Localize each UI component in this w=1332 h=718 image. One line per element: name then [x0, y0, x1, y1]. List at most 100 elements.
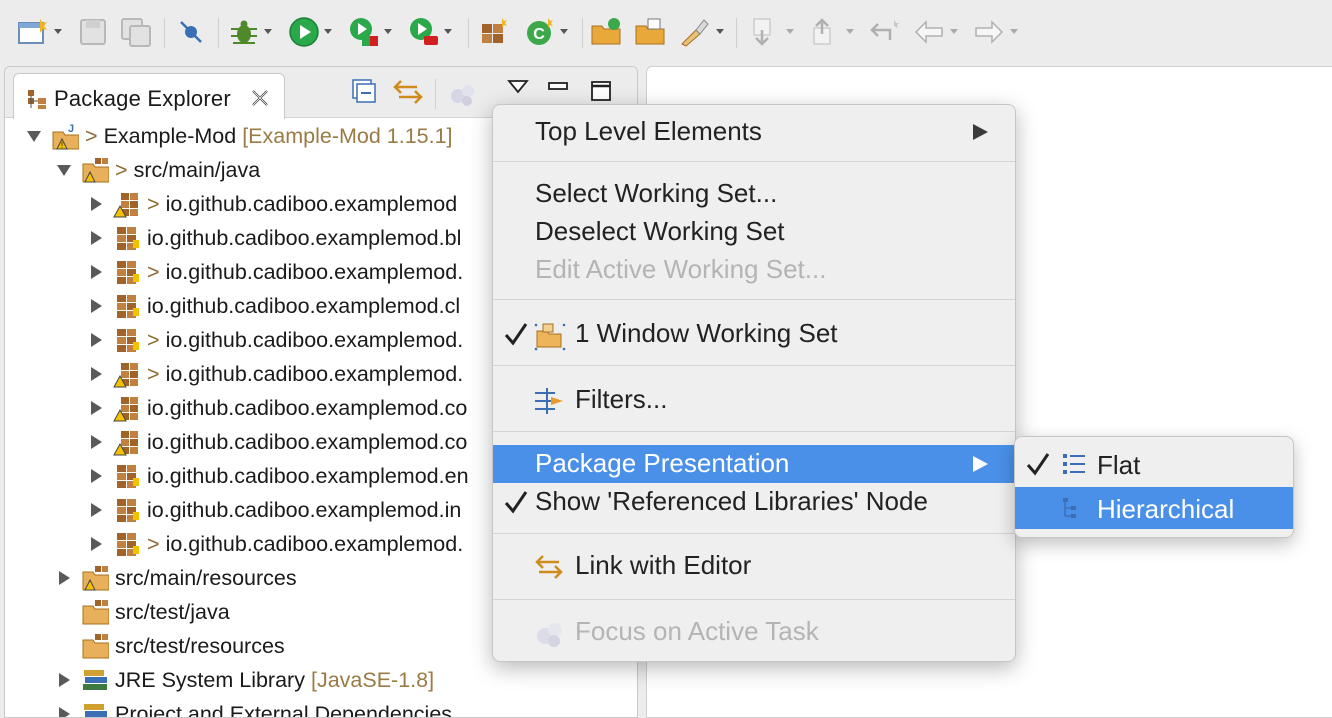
tree-item-source-folder[interactable]: > src/main/java: [55, 153, 260, 187]
save-button[interactable]: [78, 14, 108, 50]
tab-package-explorer[interactable]: Package Explorer: [13, 73, 285, 119]
open-type-button[interactable]: [590, 14, 624, 50]
submenu-item-flat[interactable]: Flat: [1015, 443, 1293, 485]
tree-item-package[interactable]: > io.github.cadiboo.examplemod.: [87, 357, 463, 391]
open-task-icon: [634, 16, 668, 48]
run-button[interactable]: [288, 14, 333, 50]
menu-separator: [493, 161, 1015, 162]
tree-item-label: Example-Mod: [104, 124, 237, 149]
dirty-marker: >: [115, 158, 128, 183]
menu-item-label: Package Presentation: [535, 448, 789, 479]
chevron-down-icon[interactable]: [383, 28, 393, 36]
coverage-icon: [348, 16, 380, 48]
collapsed-arrow-icon[interactable]: [55, 570, 73, 586]
tree-item-package[interactable]: io.github.cadiboo.examplemod.bl: [87, 221, 461, 255]
back-button[interactable]: [912, 14, 959, 50]
open-task-button[interactable]: [634, 14, 668, 50]
tree-item-source-folder[interactable]: src/test/java: [55, 595, 230, 629]
expanded-arrow-icon[interactable]: [25, 129, 43, 143]
collapsed-arrow-icon[interactable]: [87, 400, 105, 416]
close-icon[interactable]: [250, 88, 270, 108]
chevron-down-icon[interactable]: [845, 28, 855, 36]
menu-item-show-referenced-libraries[interactable]: Show 'Referenced Libraries' Node: [493, 483, 1015, 521]
tree-item-package[interactable]: > io.github.cadiboo.examplemod: [87, 187, 457, 221]
forward-button[interactable]: [972, 14, 1019, 50]
library-icon: [81, 666, 109, 694]
collapsed-arrow-icon[interactable]: [87, 264, 105, 280]
collapsed-arrow-icon[interactable]: [87, 502, 105, 518]
menu-item-deselect-working-set[interactable]: Deselect Working Set: [493, 213, 1015, 251]
package-warning-icon: [113, 394, 141, 422]
chevron-down-icon[interactable]: [559, 28, 569, 36]
collapsed-arrow-icon[interactable]: [55, 706, 73, 718]
tree-item-package[interactable]: > io.github.cadiboo.examplemod.: [87, 255, 463, 289]
menu-item-window-working-set[interactable]: 1 Window Working Set: [493, 315, 1015, 353]
collapsed-arrow-icon[interactable]: [87, 298, 105, 314]
search-button[interactable]: [678, 14, 725, 50]
chevron-down-icon[interactable]: [785, 28, 795, 36]
collapsed-arrow-icon[interactable]: [55, 672, 73, 688]
collapsed-arrow-icon[interactable]: [87, 230, 105, 246]
menu-item-package-presentation[interactable]: Package Presentation: [493, 445, 1015, 483]
menu-item-select-working-set[interactable]: Select Working Set...: [493, 175, 1015, 213]
menu-item-label: Edit Active Working Set...: [535, 254, 826, 285]
package-icon: [113, 326, 141, 354]
chevron-down-icon[interactable]: [263, 28, 273, 36]
previous-annotation-button[interactable]: [808, 14, 855, 50]
chevron-down-icon[interactable]: [715, 28, 725, 36]
tree-item-library[interactable]: Project and External Dependencies: [55, 697, 452, 718]
submenu-arrow-icon: [971, 454, 989, 474]
tree-item-project[interactable]: J! > Example-Mod [Example-Mod 1.15.1]: [25, 119, 453, 153]
maximize-icon[interactable]: [589, 79, 613, 103]
new-java-package-button[interactable]: [478, 14, 510, 50]
tree-item-label: io.github.cadiboo.examplemod: [166, 192, 458, 217]
tree-item-source-folder[interactable]: src/test/resources: [55, 629, 285, 663]
last-edit-location-button[interactable]: [868, 14, 902, 50]
minimize-icon[interactable]: [547, 79, 569, 95]
tree-item-package[interactable]: > io.github.cadiboo.examplemod.: [87, 527, 463, 561]
tree-item-label: io.github.cadiboo.examplemod.en: [147, 464, 469, 489]
submenu-item-hierarchical[interactable]: Hierarchical: [1015, 487, 1293, 529]
tree-item-library[interactable]: JRE System Library [JavaSE-1.8]: [55, 663, 434, 697]
collapsed-arrow-icon[interactable]: [87, 366, 105, 382]
expanded-arrow-icon[interactable]: [55, 163, 73, 177]
view-menu-icon[interactable]: [507, 79, 529, 95]
new-java-class-button[interactable]: C: [524, 14, 569, 50]
chevron-down-icon[interactable]: [53, 28, 63, 36]
menu-item-label: Show 'Referenced Libraries' Node: [535, 486, 928, 517]
menu-item-label: Focus on Active Task: [575, 616, 819, 647]
tree-item-package[interactable]: > io.github.cadiboo.examplemod.: [87, 323, 463, 357]
collapsed-arrow-icon[interactable]: [87, 434, 105, 450]
tree-item-label: io.github.cadiboo.examplemod.cl: [147, 294, 460, 319]
chevron-down-icon[interactable]: [1009, 28, 1019, 36]
chevron-down-icon[interactable]: [949, 28, 959, 36]
chevron-down-icon[interactable]: [323, 28, 333, 36]
tree-item-label: src/test/resources: [115, 634, 285, 659]
tree-item-package[interactable]: io.github.cadiboo.examplemod.co: [87, 391, 467, 425]
save-all-button[interactable]: [120, 14, 154, 50]
tree-item-package[interactable]: io.github.cadiboo.examplemod.in: [87, 493, 461, 527]
collapsed-arrow-icon[interactable]: [87, 196, 105, 212]
new-wizard-button[interactable]: [16, 14, 63, 50]
next-annotation-button[interactable]: [748, 14, 795, 50]
skip-breakpoints-button[interactable]: [176, 14, 206, 50]
collapsed-arrow-icon[interactable]: [87, 332, 105, 348]
dirty-marker: >: [85, 124, 98, 149]
last-edit-location-icon: [868, 16, 902, 48]
debug-button[interactable]: [228, 14, 273, 50]
coverage-button[interactable]: [348, 14, 393, 50]
collapse-all-icon[interactable]: [349, 77, 377, 105]
menu-item-top-level-elements[interactable]: Top Level Elements: [493, 113, 1015, 151]
tree-item-source-folder[interactable]: src/main/resources: [55, 561, 297, 595]
tree-item-package[interactable]: io.github.cadiboo.examplemod.cl: [87, 289, 460, 323]
link-with-editor-icon[interactable]: [393, 77, 423, 107]
collapsed-arrow-icon[interactable]: [87, 468, 105, 484]
collapsed-arrow-icon[interactable]: [87, 536, 105, 552]
tree-item-package[interactable]: io.github.cadiboo.examplemod.en: [87, 459, 469, 493]
chevron-down-icon[interactable]: [443, 28, 453, 36]
menu-item-link-with-editor[interactable]: Link with Editor: [493, 547, 1015, 585]
external-tools-button[interactable]: [408, 14, 453, 50]
focus-task-icon[interactable]: [449, 81, 477, 107]
tree-item-package[interactable]: io.github.cadiboo.examplemod.co: [87, 425, 467, 459]
menu-item-filters[interactable]: Filters...: [493, 381, 1015, 419]
